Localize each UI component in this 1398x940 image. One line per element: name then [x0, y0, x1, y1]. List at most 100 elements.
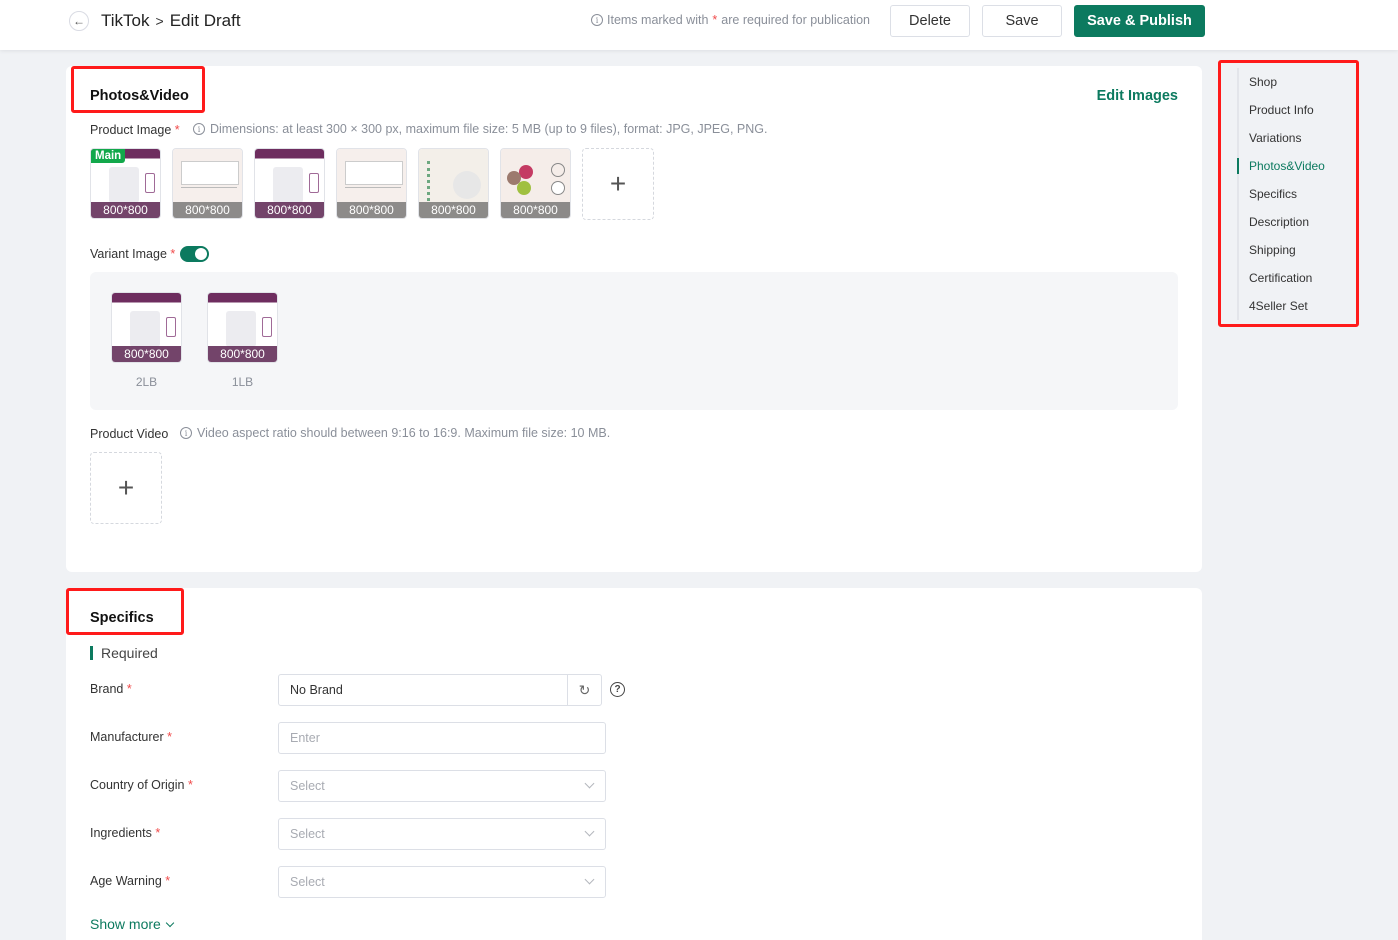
ingredients-placeholder: Select — [290, 827, 325, 841]
image-dimension: 800*800 — [173, 202, 242, 218]
help-icon[interactable]: ? — [610, 682, 625, 697]
arrow-left-icon: ← — [73, 14, 85, 28]
image-dimension: 800*800 — [337, 202, 406, 218]
chevron-right-icon: > — [155, 13, 164, 29]
required-heading: Required — [90, 646, 158, 660]
product-image-thumb[interactable]: 800*800 — [172, 148, 243, 219]
required-star: * — [174, 123, 180, 137]
photos-video-section: Photos&Video Edit Images Product Image *… — [66, 66, 1202, 572]
save-publish-button[interactable]: Save & Publish — [1074, 5, 1205, 37]
variant-image-label: Variant Image * — [90, 247, 175, 261]
show-more-text: Show more — [90, 916, 161, 932]
save-button[interactable]: Save — [982, 5, 1062, 37]
nav-item-description[interactable]: Description — [1239, 208, 1347, 236]
ingredients-row: Ingredients * Select — [90, 818, 650, 850]
product-image-thumb[interactable]: Main 800*800 — [90, 148, 161, 219]
nav-item-shipping[interactable]: Shipping — [1239, 236, 1347, 264]
top-header: ← TikTok > Edit Draft i Items marked wit… — [0, 0, 1398, 50]
breadcrumb-item-shop[interactable]: TikTok — [101, 11, 150, 31]
product-image-label-text: Product Image — [90, 123, 172, 137]
product-image-hint-text: Dimensions: at least 300 × 300 px, maxim… — [210, 122, 768, 136]
required-star: * — [170, 247, 176, 261]
nav-item-4seller-set[interactable]: 4Seller Set — [1239, 292, 1347, 320]
required-star: * — [165, 874, 171, 888]
variant-label: 1LB — [231, 375, 254, 389]
required-star: * — [126, 682, 132, 696]
product-image-list: Main 800*800 800*800 800*800 800*800 800… — [90, 148, 654, 220]
brand-field[interactable]: No Brand ↻ — [278, 674, 602, 706]
nav-item-variations[interactable]: Variations — [1239, 124, 1347, 152]
ingredients-label-text: Ingredients — [90, 826, 152, 840]
variant-image-thumb[interactable]: 800*800 — [111, 292, 182, 363]
product-image-thumb[interactable]: 800*800 — [254, 148, 325, 219]
variant-image-thumb[interactable]: 800*800 — [207, 292, 278, 363]
country-of-origin-placeholder: Select — [290, 779, 325, 793]
manufacturer-row: Manufacturer * Enter — [90, 722, 650, 754]
product-image-thumb[interactable]: 800*800 — [418, 148, 489, 219]
ingredients-label: Ingredients * — [90, 826, 160, 840]
country-of-origin-label: Country of Origin * — [90, 778, 193, 792]
image-dimension: 800*800 — [208, 346, 277, 362]
edit-images-link[interactable]: Edit Images — [1097, 88, 1178, 104]
image-dimension: 800*800 — [91, 202, 160, 218]
plus-icon: + — [609, 168, 627, 199]
variant-image-toggle[interactable] — [180, 246, 209, 262]
variant-item: 800*800 2LB — [111, 292, 182, 389]
ingredients-select[interactable]: Select — [278, 818, 606, 850]
back-button[interactable]: ← — [69, 11, 89, 31]
section-nav: Shop Product Info Variations Photos&Vide… — [1237, 68, 1347, 320]
product-image-thumb[interactable]: 800*800 — [500, 148, 571, 219]
product-image-thumb[interactable]: 800*800 — [336, 148, 407, 219]
product-image-hint: i Dimensions: at least 300 × 300 px, max… — [193, 122, 768, 136]
info-icon: i — [193, 123, 205, 135]
required-star: * — [167, 730, 173, 744]
brand-label-text: Brand — [90, 682, 124, 696]
refresh-icon: ↻ — [578, 681, 591, 698]
variant-image-label-text: Variant Image — [90, 247, 167, 261]
show-more-link[interactable]: Show more — [90, 916, 175, 932]
image-dimension: 800*800 — [501, 202, 570, 218]
add-video-button[interactable]: + — [90, 452, 162, 524]
plus-icon: + — [117, 472, 135, 503]
country-of-origin-select[interactable]: Select — [278, 770, 606, 802]
chevron-down-icon — [584, 874, 595, 885]
country-of-origin-row: Country of Origin * Select — [90, 770, 650, 802]
nav-item-photos-video[interactable]: Photos&Video — [1237, 152, 1347, 180]
image-dimension: 800*800 — [112, 346, 181, 362]
variant-image-panel: 800*800 2LB 800*800 1LB — [90, 272, 1178, 410]
nav-item-specifics[interactable]: Specifics — [1239, 180, 1347, 208]
image-dimension: 800*800 — [255, 202, 324, 218]
refresh-button[interactable]: ↻ — [567, 675, 601, 705]
age-warning-select[interactable]: Select — [278, 866, 606, 898]
brand-label: Brand * — [90, 682, 132, 696]
nav-item-product-info[interactable]: Product Info — [1239, 96, 1347, 124]
chevron-down-icon — [165, 918, 175, 927]
product-video-label: Product Video — [90, 427, 169, 441]
add-image-button[interactable]: + — [582, 148, 654, 220]
image-dimension: 800*800 — [419, 202, 488, 218]
product-image-label: Product Image * — [90, 123, 180, 137]
section-title: Specifics — [90, 610, 154, 626]
section-title: Photos&Video — [90, 88, 189, 104]
manufacturer-label-text: Manufacturer — [90, 730, 164, 744]
product-video-hint-text: Video aspect ratio should between 9:16 t… — [197, 426, 611, 440]
required-note: i Items marked with * are required for p… — [591, 13, 870, 27]
required-star: * — [155, 826, 161, 840]
nav-item-certification[interactable]: Certification — [1239, 264, 1347, 292]
product-video-hint: i Video aspect ratio should between 9:16… — [180, 426, 610, 440]
age-warning-row: Age Warning * Select — [90, 866, 650, 898]
variant-item: 800*800 1LB — [207, 292, 278, 389]
delete-button[interactable]: Delete — [890, 5, 970, 37]
required-note-suffix: are required for publication — [721, 13, 870, 27]
info-icon: i — [591, 14, 603, 26]
breadcrumb-item-current: Edit Draft — [169, 11, 241, 30]
brand-value: No Brand — [290, 683, 343, 697]
age-warning-label: Age Warning * — [90, 874, 170, 888]
age-warning-label-text: Age Warning — [90, 874, 162, 888]
country-of-origin-label-text: Country of Origin — [90, 778, 185, 792]
manufacturer-input[interactable]: Enter — [278, 722, 606, 754]
age-warning-placeholder: Select — [290, 875, 325, 889]
required-star: * — [187, 778, 193, 792]
chevron-down-icon — [584, 826, 595, 837]
nav-item-shop[interactable]: Shop — [1239, 68, 1347, 96]
